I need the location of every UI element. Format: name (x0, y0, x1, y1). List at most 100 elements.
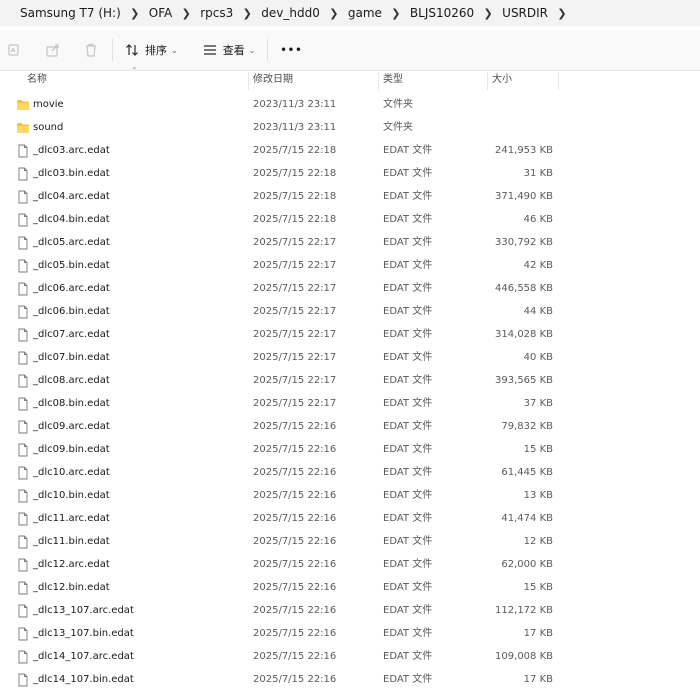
breadcrumb-item-game[interactable]: game ❯ (348, 0, 410, 26)
file-size: 41,474 KB (501, 513, 553, 524)
file-type: EDAT 文件 (383, 536, 433, 547)
file-type: EDAT 文件 (383, 260, 433, 271)
file-row[interactable]: _dlc08.bin.edat 2025/7/15 22:17 EDAT 文件 37 … (0, 392, 700, 415)
file-name: _dlc06.arc.edat (33, 283, 110, 294)
breadcrumb-item-dev-hdd0[interactable]: dev_hdd0 ❯ (261, 0, 348, 26)
column-divider[interactable] (558, 72, 559, 90)
file-name: _dlc09.bin.edat (33, 444, 110, 455)
file-date: 2025/7/15 22:18 (253, 214, 337, 225)
column-divider[interactable] (487, 72, 488, 90)
file-row[interactable]: _dlc06.arc.edat 2025/7/15 22:17 EDAT 文件 446… (0, 277, 700, 300)
folder-row[interactable]: sound 2023/11/3 23:11 文件夹 (0, 116, 700, 139)
breadcrumb-label[interactable]: Samsung T7 (H:) (20, 6, 121, 20)
file-row[interactable]: _dlc12.bin.edat 2025/7/15 22:16 EDAT 文件 15 … (0, 576, 700, 599)
file-row[interactable]: _dlc13_107.arc.edat 2025/7/15 22:16 EDAT 文… (0, 599, 700, 622)
chevron-right-icon[interactable]: ❯ (320, 7, 348, 20)
column-divider[interactable] (248, 72, 249, 90)
file-icon (16, 190, 30, 204)
file-name: _dlc13_107.bin.edat (33, 628, 134, 639)
file-name: _dlc03.bin.edat (33, 168, 110, 179)
file-icon (16, 466, 30, 480)
breadcrumb-label[interactable]: game (348, 6, 382, 20)
chevron-right-icon[interactable]: ❯ (548, 7, 576, 20)
sort-label: 排序 (145, 44, 167, 57)
file-date: 2025/7/15 22:17 (253, 352, 337, 363)
file-size: 330,792 KB (495, 237, 553, 248)
file-name: _dlc05.bin.edat (33, 260, 110, 271)
column-header-name[interactable]: 名称 (27, 70, 47, 90)
file-row[interactable]: _dlc11.arc.edat 2025/7/15 22:16 EDAT 文件 41,… (0, 507, 700, 530)
file-date: 2025/7/15 22:16 (253, 513, 337, 524)
file-row[interactable]: _dlc03.arc.edat 2025/7/15 22:18 EDAT 文件 241… (0, 139, 700, 162)
file-type: EDAT 文件 (383, 168, 433, 179)
rename-icon[interactable] (0, 35, 30, 65)
breadcrumb-label[interactable]: BLJS10260 (410, 6, 474, 20)
file-row[interactable]: _dlc11.bin.edat 2025/7/15 22:16 EDAT 文件 12 … (0, 530, 700, 553)
file-icon (16, 443, 30, 457)
breadcrumb-item-rpcs3[interactable]: rpcs3 ❯ (200, 0, 261, 26)
chevron-right-icon[interactable]: ❯ (233, 7, 261, 20)
file-name: _dlc08.bin.edat (33, 398, 110, 409)
file-row[interactable]: _dlc04.bin.edat 2025/7/15 22:18 EDAT 文件 46 … (0, 208, 700, 231)
file-date: 2025/7/15 22:16 (253, 444, 337, 455)
file-name: _dlc09.arc.edat (33, 421, 110, 432)
file-date: 2025/7/15 22:16 (253, 651, 337, 662)
file-row[interactable]: _dlc03.bin.edat 2025/7/15 22:18 EDAT 文件 31 … (0, 162, 700, 185)
view-label: 查看 (222, 44, 245, 57)
column-divider[interactable] (378, 72, 379, 90)
breadcrumb-label[interactable]: USRDIR (502, 6, 548, 20)
file-row[interactable]: _dlc08.arc.edat 2025/7/15 22:17 EDAT 文件 393… (0, 369, 700, 392)
file-type: EDAT 文件 (383, 237, 433, 248)
column-header-date[interactable]: 修改日期 (253, 70, 293, 90)
file-type: EDAT 文件 (383, 145, 433, 156)
file-size: 15 KB (523, 444, 553, 455)
file-row[interactable]: _dlc09.arc.edat 2025/7/15 22:16 EDAT 文件 79,… (0, 415, 700, 438)
share-icon[interactable] (38, 35, 68, 65)
file-row[interactable]: _dlc07.arc.edat 2025/7/15 22:17 EDAT 文件 314… (0, 323, 700, 346)
view-button[interactable]: 查看 ⌄ (197, 35, 262, 65)
file-row[interactable]: _dlc06.bin.edat 2025/7/15 22:17 EDAT 文件 44 … (0, 300, 700, 323)
chevron-right-icon[interactable]: ❯ (172, 7, 200, 20)
file-row[interactable]: _dlc12.arc.edat 2025/7/15 22:16 EDAT 文件 62,… (0, 553, 700, 576)
breadcrumb-label[interactable]: dev_hdd0 (261, 6, 320, 20)
breadcrumb-item-drive[interactable]: Samsung T7 (H:) ❯ (0, 0, 149, 26)
file-size: 40 KB (523, 352, 553, 363)
chevron-right-icon[interactable]: ❯ (382, 7, 410, 20)
file-size: 61,445 KB (501, 467, 553, 478)
breadcrumb-item-usrdir[interactable]: USRDIR ❯ (502, 0, 576, 26)
file-row[interactable]: _dlc13_107.bin.edat 2025/7/15 22:16 EDAT 文… (0, 622, 700, 645)
file-row[interactable]: _dlc04.arc.edat 2025/7/15 22:18 EDAT 文件 371… (0, 185, 700, 208)
file-size: 46 KB (523, 214, 553, 225)
file-row[interactable]: _dlc05.arc.edat 2025/7/15 22:17 EDAT 文件 330… (0, 231, 700, 254)
file-row[interactable]: _dlc07.bin.edat 2025/7/15 22:17 EDAT 文件 40 … (0, 346, 700, 369)
file-name: _dlc07.bin.edat (33, 352, 110, 363)
delete-icon[interactable] (76, 35, 106, 65)
breadcrumb-item-ofa[interactable]: OFA ❯ (149, 0, 200, 26)
breadcrumb-item-bljs10260[interactable]: BLJS10260 ❯ (410, 0, 502, 26)
breadcrumb: Samsung T7 (H:) ❯ OFA ❯ rpcs3 ❯ dev_hdd0… (0, 0, 700, 26)
file-row[interactable]: _dlc10.bin.edat 2025/7/15 22:16 EDAT 文件 13 … (0, 484, 700, 507)
breadcrumb-label[interactable]: OFA (149, 6, 172, 20)
sort-icon (126, 44, 138, 56)
file-type: EDAT 文件 (383, 306, 433, 317)
file-row[interactable]: _dlc10.arc.edat 2025/7/15 22:16 EDAT 文件 61,… (0, 461, 700, 484)
column-header-size[interactable]: 大小 (492, 70, 512, 90)
file-icon (16, 236, 30, 250)
file-size: 79,832 KB (501, 421, 553, 432)
file-name: _dlc07.arc.edat (33, 329, 110, 340)
more-options-button[interactable]: ••• (274, 35, 308, 65)
breadcrumb-label[interactable]: rpcs3 (200, 6, 233, 20)
file-row[interactable]: _dlc14_107.arc.edat 2025/7/15 22:16 EDAT 文… (0, 645, 700, 668)
file-size: 62,000 KB (501, 559, 553, 570)
file-type: EDAT 文件 (383, 651, 433, 662)
file-row[interactable]: _dlc09.bin.edat 2025/7/15 22:16 EDAT 文件 15 … (0, 438, 700, 461)
file-row[interactable]: _dlc14_107.bin.edat 2025/7/15 22:16 EDAT 文… (0, 668, 700, 691)
sort-button[interactable]: 排序 ⌄ (119, 35, 184, 65)
file-date: 2025/7/15 22:16 (253, 605, 337, 616)
chevron-right-icon[interactable]: ❯ (474, 7, 502, 20)
chevron-right-icon[interactable]: ❯ (121, 7, 149, 20)
folder-row[interactable]: movie 2023/11/3 23:11 文件夹 (0, 93, 700, 116)
file-row[interactable]: _dlc05.bin.edat 2025/7/15 22:17 EDAT 文件 42 … (0, 254, 700, 277)
column-header-type[interactable]: 类型 (383, 70, 403, 90)
